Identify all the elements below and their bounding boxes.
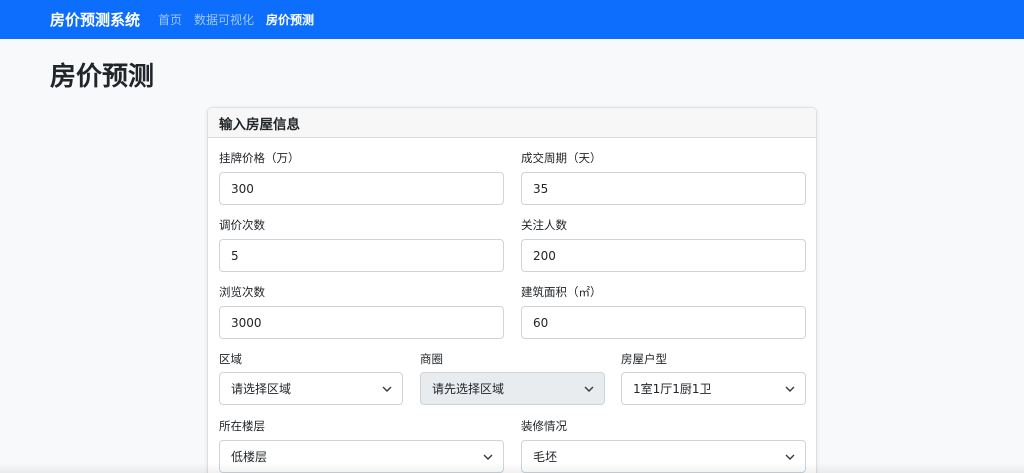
page-title: 房价预测	[50, 62, 155, 92]
area-label: 建筑面积（㎡）	[521, 285, 602, 299]
top-navbar: 房价预测系统 首页 数据可视化 房价预测	[0, 0, 1024, 39]
house-info-card: 输入房屋信息 挂牌价格（万） 300 成交周期（天） 35 调价次数 5 关注人…	[207, 107, 817, 473]
deal-cycle-label: 成交周期（天）	[521, 151, 602, 165]
navbar-brand[interactable]: 房价预测系统	[50, 9, 140, 30]
nav-link-prediction[interactable]: 房价预测	[266, 11, 314, 28]
price-adjustments-input[interactable]: 5	[219, 239, 504, 272]
floor-label: 所在楼层	[219, 419, 265, 433]
business-circle-label: 商圈	[420, 352, 443, 366]
card-header: 输入房屋信息	[208, 108, 816, 138]
views-input[interactable]: 3000	[219, 306, 504, 339]
chevron-down-icon	[483, 454, 493, 460]
chevron-down-icon	[382, 386, 392, 392]
followers-input[interactable]: 200	[521, 239, 806, 272]
listing-price-label: 挂牌价格（万）	[219, 151, 300, 165]
decoration-label: 装修情况	[521, 419, 567, 433]
views-label: 浏览次数	[219, 285, 265, 299]
bottom-edge-shadow	[0, 463, 1024, 473]
listing-price-input[interactable]: 300	[219, 172, 504, 205]
district-select[interactable]: 请选择区域	[219, 372, 403, 405]
business-circle-select-value: 请先选择区域	[432, 382, 505, 396]
area-input[interactable]: 60	[521, 306, 806, 339]
nav-link-home[interactable]: 首页	[158, 11, 182, 28]
nav-link-visualization[interactable]: 数据可视化	[194, 11, 254, 28]
district-select-value: 请选择区域	[231, 382, 292, 396]
chevron-down-icon	[785, 386, 795, 392]
chevron-down-icon	[785, 454, 795, 460]
layout-select[interactable]: 1室1厅1厨1卫	[621, 372, 806, 405]
followers-label: 关注人数	[521, 218, 567, 232]
layout-select-value: 1室1厅1厨1卫	[633, 382, 712, 396]
business-circle-select[interactable]: 请先选择区域	[420, 372, 605, 405]
deal-cycle-input[interactable]: 35	[521, 172, 806, 205]
layout-label: 房屋户型	[621, 352, 667, 366]
chevron-down-icon	[584, 386, 594, 392]
price-adjustments-label: 调价次数	[219, 218, 265, 232]
district-label: 区域	[219, 352, 242, 366]
